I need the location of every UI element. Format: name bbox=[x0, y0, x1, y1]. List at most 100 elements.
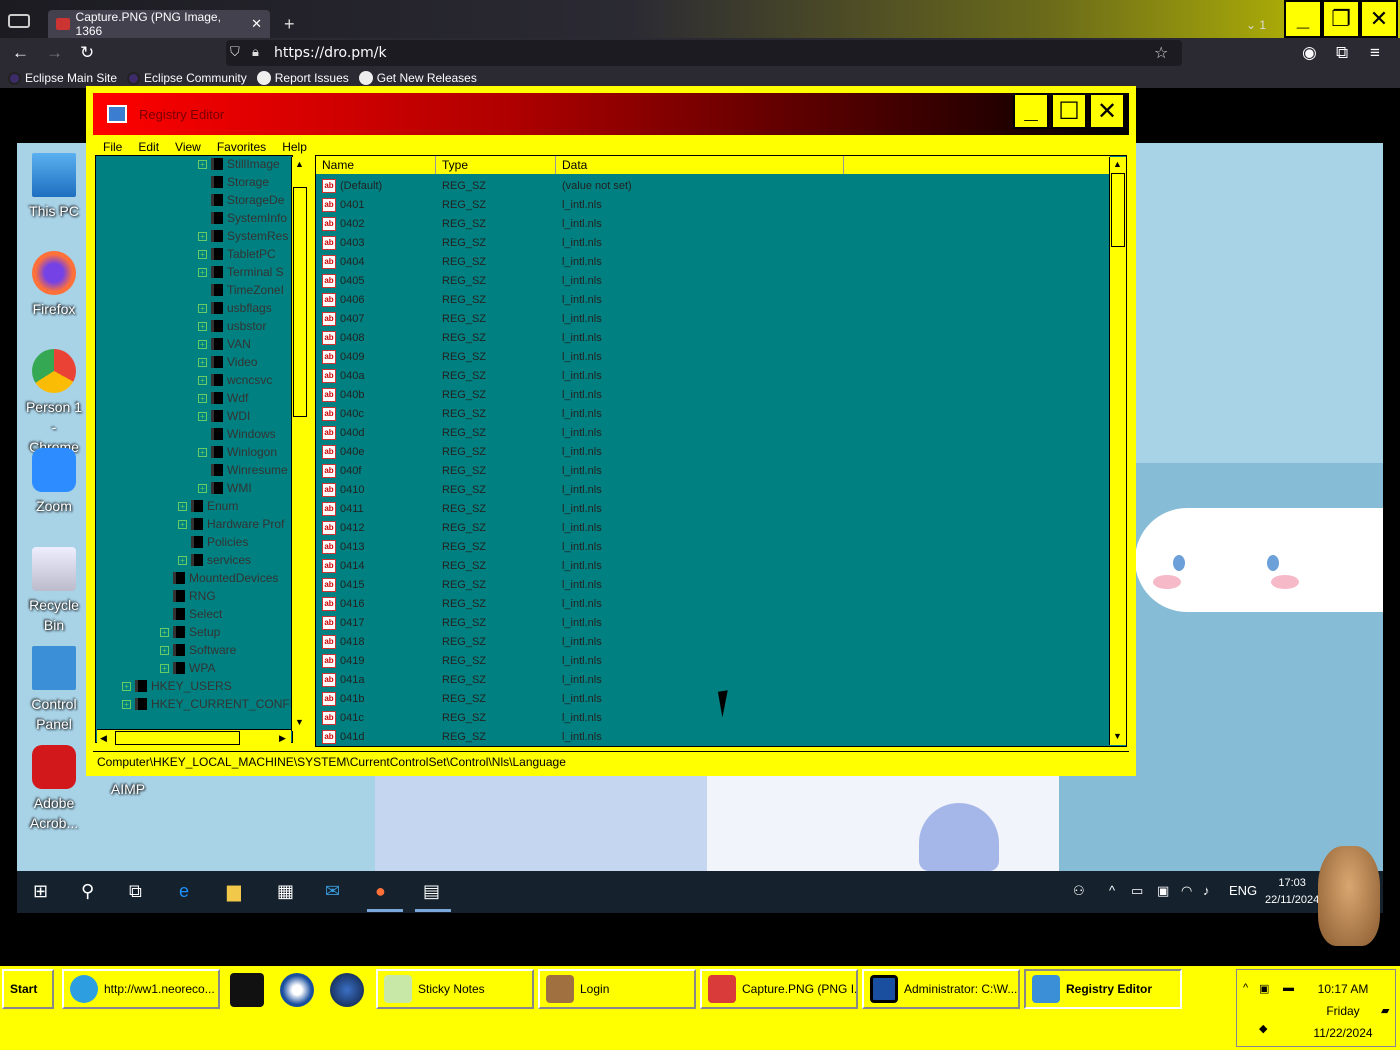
value-row[interactable]: ab 0402 REG_SZ l_intl.nls bbox=[316, 214, 1110, 233]
tree-node[interactable]: + Enum bbox=[178, 497, 238, 515]
key-tree[interactable]: + StillImage Storage StorageDe SystemInfo + Sy… bbox=[95, 155, 293, 743]
value-row[interactable]: ab 041d REG_SZ l_intl.nls bbox=[316, 727, 1110, 746]
task-view-icon[interactable]: ⧉ bbox=[129, 881, 142, 902]
expand-icon[interactable]: + bbox=[198, 447, 207, 457]
bookmark-star-icon[interactable]: ☆ bbox=[1154, 43, 1168, 62]
remote-clock[interactable]: 17:03 22/11/2024 bbox=[1265, 875, 1319, 909]
bookmark-item[interactable]: Eclipse Community bbox=[127, 71, 247, 85]
value-row[interactable]: ab 0412 REG_SZ l_intl.nls bbox=[316, 518, 1110, 537]
browser-tab[interactable]: Capture.PNG (PNG Image, 1366 ✕ bbox=[48, 10, 270, 38]
tree-node[interactable]: + WMI bbox=[198, 479, 252, 497]
scroll-up-arrow[interactable]: ▲ bbox=[295, 159, 304, 169]
value-row[interactable]: ab 0417 REG_SZ l_intl.nls bbox=[316, 613, 1110, 632]
value-row[interactable]: ab 0410 REG_SZ l_intl.nls bbox=[316, 480, 1110, 499]
expand-icon[interactable]: + bbox=[198, 375, 207, 385]
tree-node[interactable]: + TabletPC bbox=[198, 245, 276, 263]
tree-node[interactable]: RNG bbox=[160, 587, 216, 605]
scroll-right-arrow[interactable]: ▶ bbox=[279, 733, 286, 744]
tree-node[interactable]: + services bbox=[178, 551, 251, 569]
close-tab-icon[interactable]: ✕ bbox=[251, 16, 262, 32]
host-clock[interactable]: 10:17 AM Friday 11/22/2024 bbox=[1293, 978, 1393, 1044]
value-row[interactable]: ab 0413 REG_SZ l_intl.nls bbox=[316, 537, 1110, 556]
security-icon[interactable]: ▣ bbox=[1157, 883, 1169, 899]
tree-node[interactable]: Windows bbox=[198, 425, 276, 443]
menu-favorites[interactable]: Favorites bbox=[217, 140, 266, 154]
store-icon[interactable]: ▦ bbox=[277, 881, 294, 902]
windows-start-icon[interactable]: ⊞ bbox=[33, 881, 48, 902]
edge-icon[interactable]: e bbox=[179, 881, 189, 902]
language-indicator[interactable]: ENG bbox=[1229, 883, 1257, 898]
start-button[interactable]: Start bbox=[2, 969, 54, 1009]
expand-icon[interactable]: + bbox=[198, 357, 207, 367]
tree-node[interactable]: + Video bbox=[198, 353, 257, 371]
scroll-thumb[interactable] bbox=[293, 187, 307, 417]
expand-icon[interactable]: + bbox=[160, 663, 169, 673]
expand-icon[interactable]: + bbox=[198, 249, 207, 259]
scroll-up-arrow[interactable]: ▲ bbox=[1113, 159, 1122, 169]
tree-node[interactable]: TimeZoneI bbox=[198, 281, 284, 299]
tree-node[interactable]: + Terminal S bbox=[198, 263, 284, 281]
tree-node[interactable]: + SystemRes bbox=[198, 227, 288, 245]
tab-count[interactable]: ⌄ 1 bbox=[1246, 18, 1266, 32]
expand-icon[interactable]: + bbox=[178, 555, 187, 565]
value-row[interactable]: ab 040e REG_SZ l_intl.nls bbox=[316, 442, 1110, 461]
desktop-icon-control-panel[interactable]: Control Panel bbox=[25, 646, 83, 734]
tree-node[interactable]: + Setup bbox=[160, 623, 220, 641]
value-row[interactable]: ab 0416 REG_SZ l_intl.nls bbox=[316, 594, 1110, 613]
desktop-icon-recycle-bin[interactable]: Recycle Bin bbox=[25, 547, 83, 635]
expand-icon[interactable]: + bbox=[198, 159, 207, 169]
value-row[interactable]: ab 040b REG_SZ l_intl.nls bbox=[316, 385, 1110, 404]
taskbar-item-sticky-notes[interactable]: Sticky Notes bbox=[376, 969, 534, 1009]
value-list[interactable]: Name Type Data ab (Default) REG_SZ (value n… bbox=[315, 155, 1127, 747]
scroll-thumb[interactable] bbox=[115, 731, 240, 745]
tree-node[interactable]: + usbflags bbox=[198, 299, 272, 317]
menu-icon[interactable]: ≡ bbox=[1370, 43, 1380, 63]
lock-icon[interactable]: 🔒︎ bbox=[252, 45, 259, 60]
tree-node[interactable]: + HKEY_CURRENT_CONFIG bbox=[122, 695, 292, 713]
minimize-button[interactable]: _ bbox=[1284, 0, 1322, 38]
desktop-icon-aimp[interactable]: AIMP bbox=[99, 779, 157, 799]
extensions-icon[interactable]: ⧉ bbox=[1336, 43, 1348, 63]
chevron-up-icon[interactable]: ^ bbox=[1243, 982, 1248, 994]
chevron-up-icon[interactable]: ^ bbox=[1109, 883, 1115, 898]
tree-node[interactable]: StorageDe bbox=[198, 191, 284, 209]
expand-icon[interactable]: + bbox=[122, 699, 131, 709]
restore-button[interactable]: ❐ bbox=[1322, 0, 1360, 38]
value-row[interactable]: ab 0404 REG_SZ l_intl.nls bbox=[316, 252, 1110, 271]
expand-icon[interactable]: + bbox=[178, 519, 187, 529]
taskbar-item-capture[interactable]: Capture.PNG (PNG I... bbox=[700, 969, 858, 1009]
menu-help[interactable]: Help bbox=[282, 140, 307, 154]
desktop-icon-adobe[interactable]: Adobe Acrob... bbox=[25, 745, 83, 833]
globe-icon[interactable] bbox=[330, 973, 364, 1007]
tree-node[interactable]: Winresume bbox=[198, 461, 288, 479]
people-icon[interactable]: ⚇ bbox=[1073, 883, 1085, 899]
taskbar-item-ie[interactable]: http://ww1.neoreco... bbox=[62, 969, 220, 1009]
expand-icon[interactable]: + bbox=[198, 483, 207, 493]
expand-icon[interactable]: + bbox=[198, 321, 207, 331]
column-header-name[interactable]: Name bbox=[316, 156, 436, 174]
expand-icon[interactable]: + bbox=[198, 303, 207, 313]
column-header-type[interactable]: Type bbox=[436, 156, 556, 174]
value-row[interactable]: ab 0411 REG_SZ l_intl.nls bbox=[316, 499, 1110, 518]
expand-icon[interactable]: + bbox=[198, 393, 207, 403]
desktop-icon-firefox[interactable]: Firefox bbox=[25, 251, 83, 319]
value-row[interactable]: ab 041b REG_SZ l_intl.nls bbox=[316, 689, 1110, 708]
tree-node[interactable]: + WDI bbox=[198, 407, 250, 425]
forward-arrow-icon[interactable]: → bbox=[46, 43, 63, 63]
tree-node[interactable]: + VAN bbox=[198, 335, 251, 353]
shield-icon[interactable]: ⛉ bbox=[230, 45, 240, 60]
shield-icon[interactable]: ◆ bbox=[1259, 1022, 1267, 1035]
account-icon[interactable]: ◉ bbox=[1302, 43, 1317, 63]
menu-edit[interactable]: Edit bbox=[138, 140, 159, 154]
value-row[interactable]: ab 0407 REG_SZ l_intl.nls bbox=[316, 309, 1110, 328]
value-row[interactable]: ab 0406 REG_SZ l_intl.nls bbox=[316, 290, 1110, 309]
expand-icon[interactable]: + bbox=[178, 501, 187, 511]
file-explorer-icon[interactable]: ▆ bbox=[227, 881, 241, 902]
tab-list-icon[interactable] bbox=[8, 14, 30, 28]
close-window-button[interactable]: ✕ bbox=[1360, 0, 1398, 38]
taskbar-item-registry-editor[interactable]: Registry Editor bbox=[1024, 969, 1182, 1009]
value-row[interactable]: ab 0419 REG_SZ l_intl.nls bbox=[316, 651, 1110, 670]
bookmark-item[interactable]: Get New Releases bbox=[358, 71, 477, 85]
tree-node[interactable]: Select bbox=[160, 605, 222, 623]
scroll-left-arrow[interactable]: ◀ bbox=[100, 733, 107, 744]
